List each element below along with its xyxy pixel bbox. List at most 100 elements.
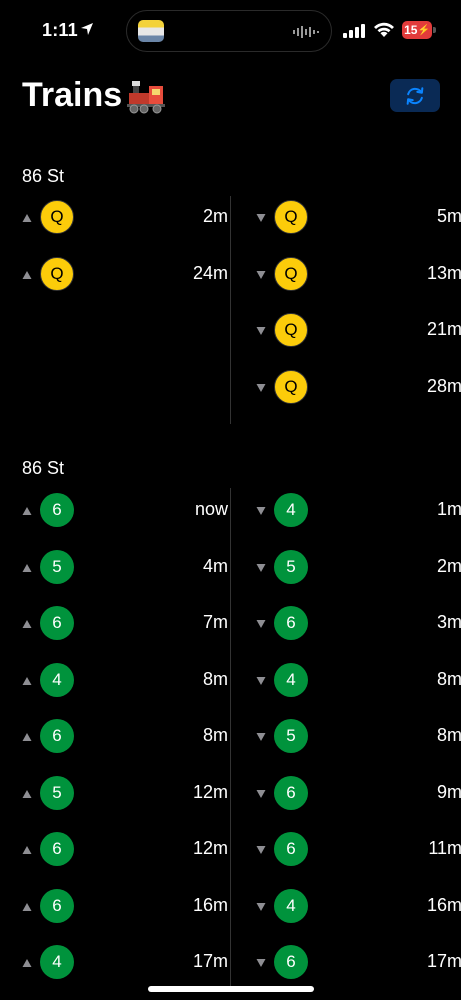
downtown-arrow-icon [256,327,266,335]
route-badge: 4 [274,888,308,923]
route-badge: 5 [40,549,74,584]
arrival-time: 12m [192,838,228,858]
now-playing-artwork-icon [138,20,164,42]
route-badge: 6 [40,719,74,753]
downtown-arrow-icon [256,846,266,854]
dynamic-island[interactable] [126,10,332,52]
arrival-time: 28m [426,375,461,396]
refresh-button[interactable] [390,79,440,112]
arrival-time: 16m [192,894,228,915]
arrival-row[interactable]: 4 16m [256,888,461,928]
route-badge: Q [274,313,308,347]
status-bar: 1:11 15 ⚡ [0,0,461,62]
arrival-time: 11m [428,838,461,858]
arrival-time: 16m [426,894,461,915]
downtown-arrow-icon [256,959,266,967]
uptown-arrow-icon [22,733,32,741]
battery-nub [433,27,436,33]
downtown-arrow-icon [256,733,266,741]
arrival-time: 5m [436,206,461,226]
arrival-row[interactable]: 6 12m [22,831,228,871]
route-badge: 5 [40,775,74,810]
arrival-row[interactable]: Q 2m [22,199,228,239]
arrival-row[interactable]: 4 8m [256,662,461,702]
arrival-time: 12m [192,781,228,802]
arrival-row[interactable]: 4 8m [22,662,228,702]
wifi-icon [374,22,394,37]
route-badge: 5 [274,549,308,584]
arrival-time: 9m [436,781,461,802]
uptown-arrow-icon [22,214,32,222]
uptown-arrow-icon [22,270,32,279]
arrival-row[interactable]: 6 11m [256,831,461,871]
refresh-icon [406,86,424,105]
uptown-arrow-icon [22,676,32,685]
steam-locomotive-icon [127,81,165,114]
arrival-row[interactable]: 5 4m [22,549,228,589]
arrival-row[interactable]: 6 3m [256,605,461,645]
uptown-arrow-icon [22,620,32,628]
arrival-row[interactable]: 6 7m [22,605,228,645]
route-badge: Q [274,256,308,291]
arrival-row[interactable]: 5 12m [22,775,228,815]
route-badge: Q [40,256,74,291]
downtown-arrow-icon [256,214,266,222]
arrival-row[interactable]: Q 24m [22,256,228,296]
route-badge: 6 [40,493,74,527]
station-name: 86 St [22,166,65,186]
arrival-time: 24m [192,262,228,283]
audio-waveform-icon [293,26,319,38]
arrival-row[interactable]: 6 8m [22,718,228,758]
arrival-row[interactable]: Q 21m [256,312,461,352]
page-title: Trains [22,76,123,114]
downtown-arrow-icon [256,789,266,798]
arrival-time: 4m [202,555,228,576]
cellular-signal-icon [343,24,365,38]
route-badge: 6 [274,945,308,979]
downtown-arrow-icon [256,676,266,685]
arrival-time: 3m [436,612,461,632]
arrival-time: 7m [202,612,228,632]
arrival-time: 8m [202,725,228,745]
route-badge: Q [40,200,74,234]
route-badge: 6 [40,606,74,640]
arrival-time: 17m [192,951,228,971]
downtown-arrow-icon [256,620,266,628]
uptown-arrow-icon [22,902,32,911]
route-badge: 5 [274,719,308,753]
arrival-time: 13m [426,262,461,283]
arrival-row[interactable]: Q 5m [256,199,461,239]
uptown-arrow-icon [22,959,32,967]
arrival-row[interactable]: 6 16m [22,888,228,928]
arrival-row[interactable]: 4 1m [256,492,461,532]
direction-divider [230,488,231,988]
route-badge: 6 [274,832,308,866]
route-badge: 6 [40,888,74,923]
uptown-arrow-icon [22,789,32,798]
route-badge: 6 [274,775,308,810]
arrival-row[interactable]: 6 9m [256,775,461,815]
route-badge: 6 [274,606,308,640]
downtown-arrow-icon [256,563,266,572]
direction-divider [230,196,231,424]
station-name: 86 St [22,458,65,478]
arrival-row[interactable]: 5 8m [256,718,461,758]
uptown-arrow-icon [22,563,32,572]
arrival-time: 8m [202,668,228,689]
downtown-arrow-icon [256,507,266,515]
arrival-row[interactable]: Q 28m [256,369,461,409]
location-arrow-icon [81,23,93,35]
arrival-row[interactable]: 5 2m [256,549,461,589]
arrival-row[interactable]: 6 17m [256,944,461,984]
downtown-arrow-icon [256,383,266,392]
route-badge: 4 [40,945,74,979]
arrival-time: 8m [436,725,461,745]
arrival-row[interactable]: Q 13m [256,256,461,296]
uptown-arrow-icon [22,507,32,515]
downtown-arrow-icon [256,902,266,911]
arrival-row[interactable]: 6 now [22,492,228,532]
status-time: 1:11 [42,20,78,40]
arrival-row[interactable]: 4 17m [22,944,228,984]
home-indicator[interactable] [148,986,314,992]
route-badge: Q [274,369,308,404]
